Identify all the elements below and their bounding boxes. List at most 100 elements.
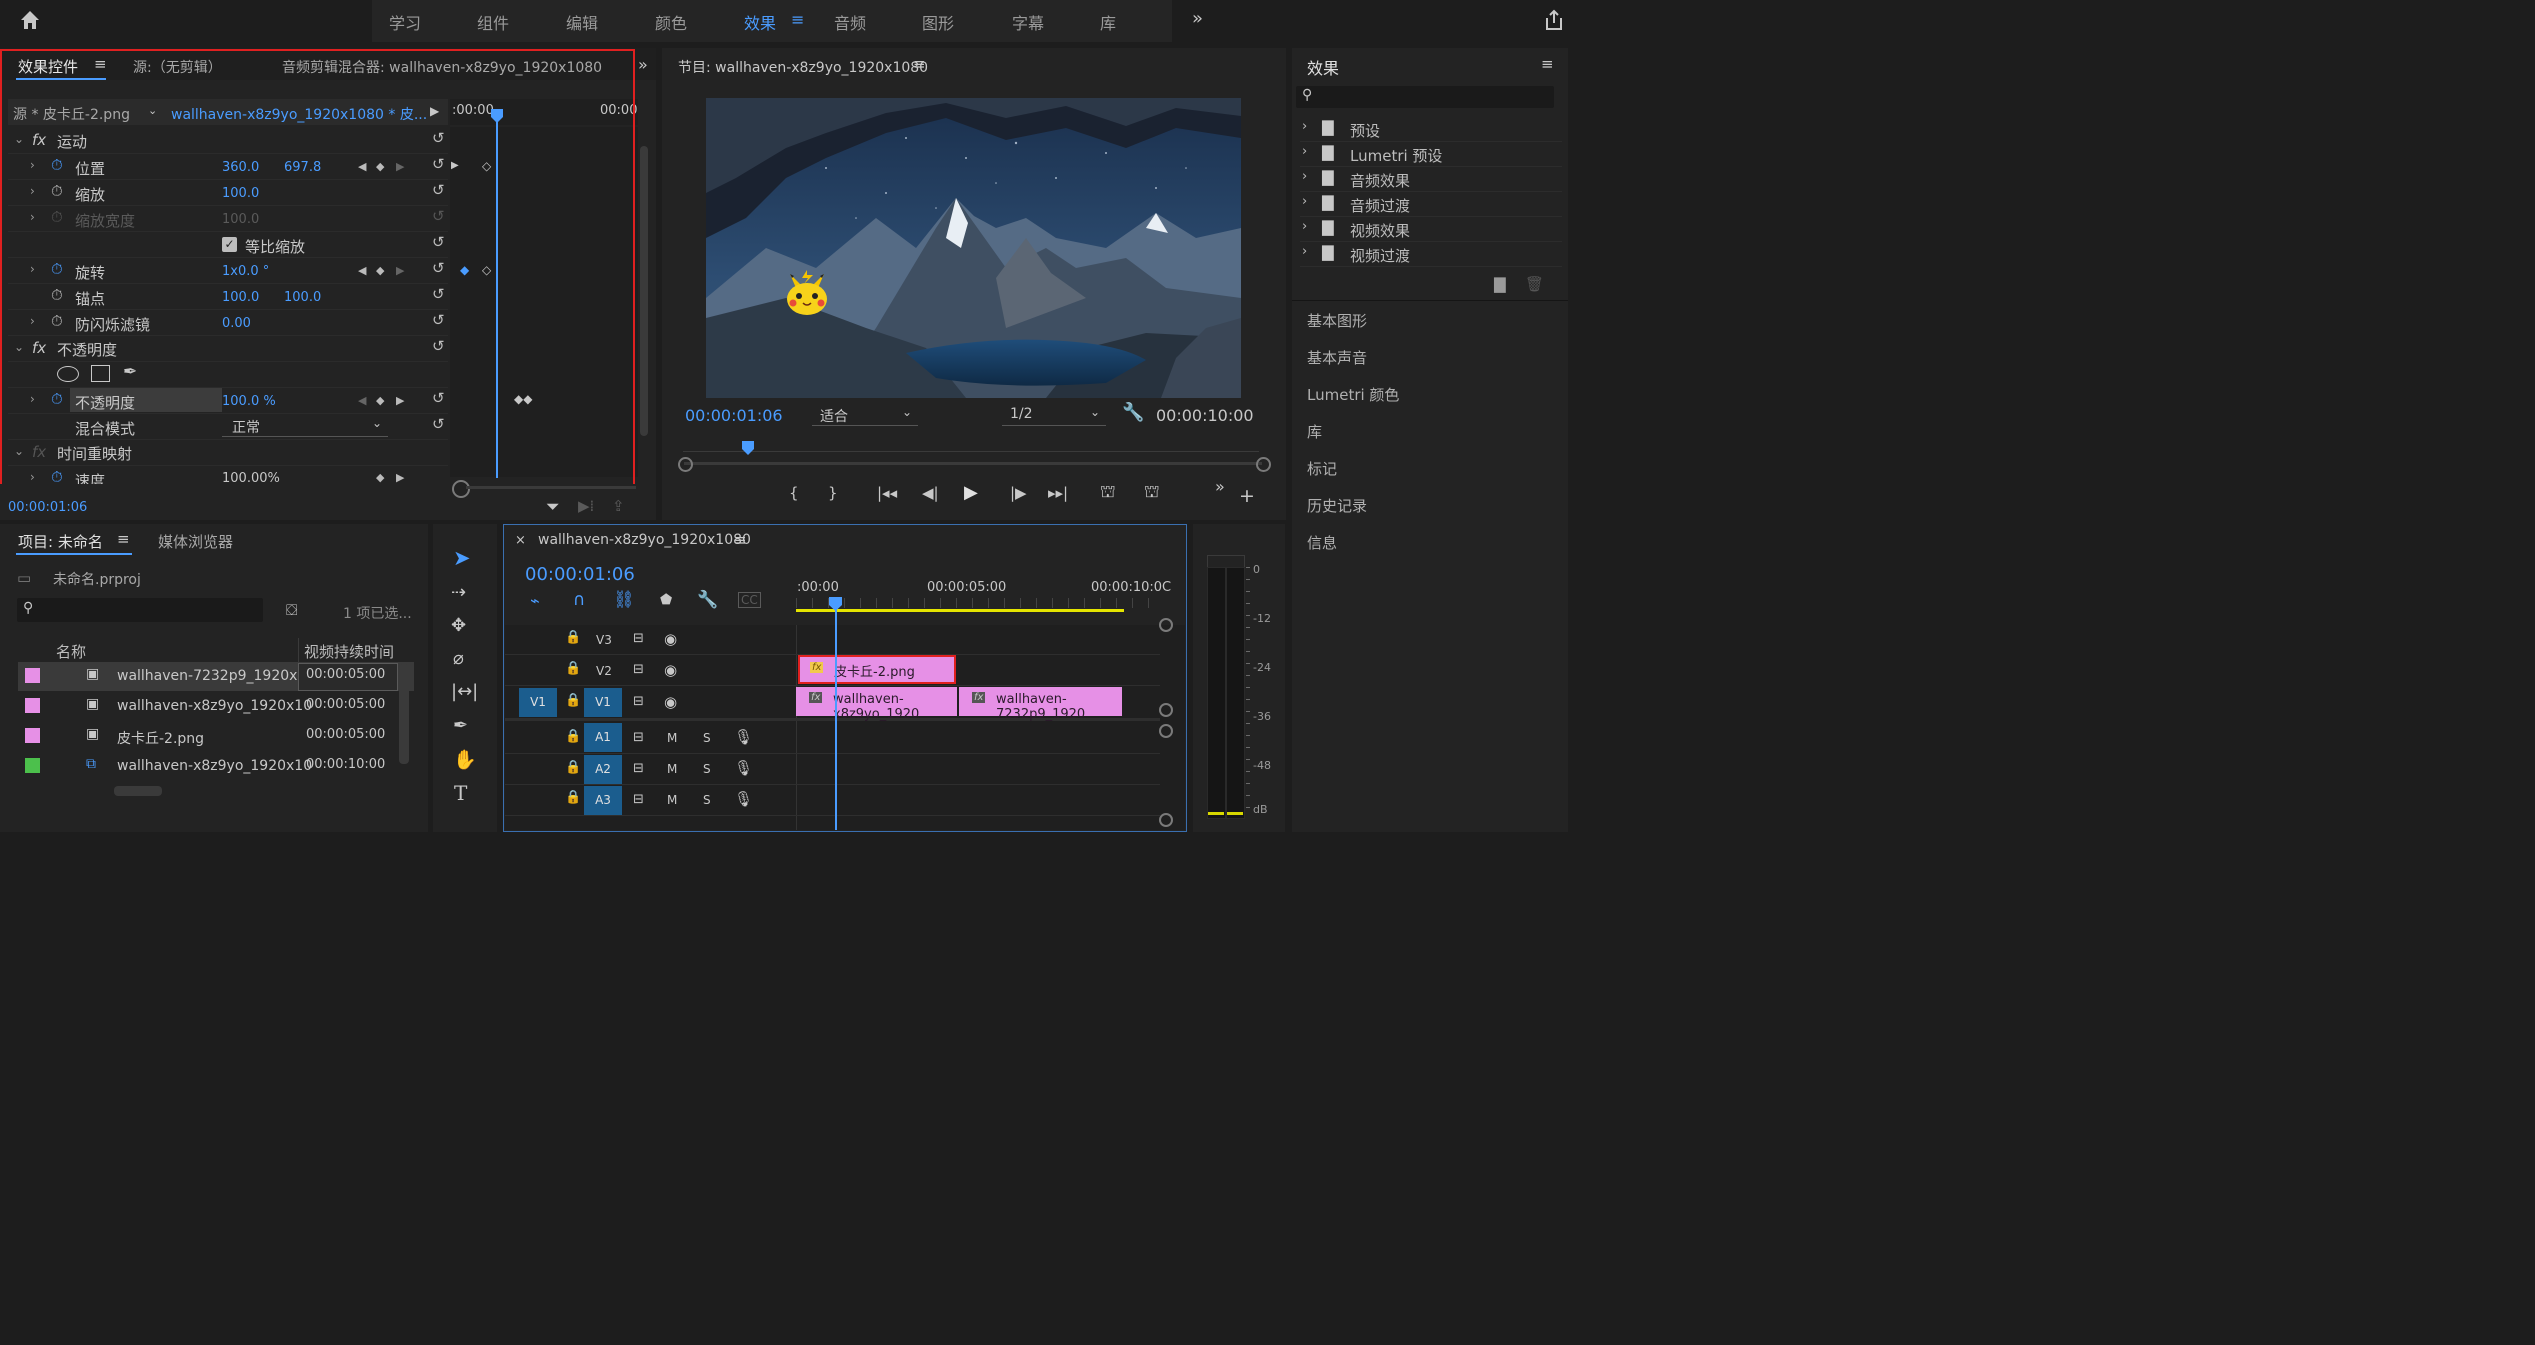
stopwatch-icon[interactable]: ⏱ (51, 286, 63, 304)
chevron-down-icon[interactable]: ⌄ (148, 104, 157, 117)
audio-scroll-handle[interactable] (1159, 813, 1173, 827)
reset-icon[interactable]: ↺ (432, 181, 445, 199)
step-back-icon[interactable]: ◀| (922, 484, 939, 502)
nest-icon[interactable]: ⌁ (530, 591, 540, 610)
next-keyframe-icon[interactable]: ▶ (396, 264, 404, 277)
sync-lock-icon[interactable]: ⊟ (633, 631, 644, 646)
more-workspaces-icon[interactable]: » (1192, 8, 1203, 29)
chevron-right-icon[interactable]: › (30, 470, 35, 484)
next-keyframe-icon[interactable]: ▶ (396, 160, 404, 173)
captions-icon[interactable]: CC (738, 592, 761, 608)
label-color-swatch[interactable] (25, 698, 40, 713)
stopwatch-icon[interactable]: ⏱ (51, 390, 63, 408)
project-scrollbar-vertical[interactable] (399, 664, 409, 764)
add-marker-icon[interactable]: ⬟ (660, 592, 672, 608)
program-playhead[interactable] (742, 440, 754, 455)
panel-essential-graphics[interactable]: 基本图形 (1307, 310, 1367, 331)
panel-menu-icon[interactable]: ≡ (117, 530, 130, 548)
tab-source[interactable]: 源:（无剪辑） (133, 57, 222, 77)
next-keyframe-icon[interactable]: ▶ (396, 394, 404, 407)
mark-out-icon[interactable]: } (828, 484, 838, 502)
stopwatch-icon[interactable]: ⏱ (51, 156, 63, 174)
panel-essential-sound[interactable]: 基本声音 (1307, 347, 1367, 368)
panel-menu-icon[interactable]: ≡ (734, 531, 747, 549)
label-color-swatch[interactable] (25, 668, 40, 683)
solo-button[interactable]: S (703, 731, 711, 745)
effects-tree-video-effects[interactable]: › ▇ 视频效果 (1300, 217, 1562, 242)
add-keyframe-icon[interactable]: ◆ (376, 394, 384, 407)
project-row[interactable]: ⧉ wallhaven-x8z9yo_1920x10 00:00:10:00 (18, 752, 414, 781)
prev-keyframe-icon[interactable]: ◀ (358, 160, 366, 173)
work-area-bar[interactable] (796, 609, 1124, 612)
workspace-tab-audio[interactable]: 音频 (834, 10, 866, 34)
chevron-right-icon[interactable]: › (30, 184, 35, 198)
audio-scroll-handle[interactable] (1159, 724, 1173, 738)
clip-wallhaven-x8z9yo[interactable]: fx wallhaven-x8z9yo_1920 (796, 687, 957, 722)
find-bin-icon[interactable]: ⛋ (286, 601, 297, 619)
prev-keyframe-icon[interactable]: ◀ (358, 264, 366, 277)
add-button-icon[interactable]: + (1239, 485, 1255, 507)
chevron-down-icon[interactable]: ⌄ (14, 340, 24, 354)
pen-tool-icon[interactable]: ✒ (453, 715, 468, 736)
reset-icon[interactable]: ↺ (432, 285, 445, 303)
tab-project[interactable]: 项目: 未命名 (18, 531, 103, 552)
keyframe-icon[interactable]: ◆◆ (514, 392, 532, 406)
project-row[interactable]: ▣ 皮卡丘-2.png 00:00:05:00 (18, 722, 414, 751)
razor-tool-icon[interactable]: ⌀ (453, 648, 464, 669)
project-row[interactable]: ▣ wallhaven-7232p9_1920x10 00:00:05:00 (18, 662, 414, 691)
reset-icon[interactable]: ↺ (432, 233, 445, 251)
pikachu-sticker[interactable] (782, 270, 832, 316)
track-label-v3[interactable]: V3 (596, 633, 612, 647)
sequence-clip-label[interactable]: wallhaven-x8z9yo_1920x1080 * 皮... (171, 104, 427, 124)
play-icon[interactable]: ▶ (964, 482, 978, 503)
extract-icon[interactable]: ⛫ (1144, 482, 1160, 504)
eye-icon[interactable]: ◉ (664, 661, 677, 679)
position-y-value[interactable]: 697.8 (284, 160, 321, 175)
rotation-value[interactable]: 1x0.0 ° (222, 264, 269, 279)
uniform-scale-checkbox[interactable]: ✓ (222, 237, 237, 252)
workspace-tab-effects[interactable]: 效果 (744, 10, 776, 34)
play-only-clip-icon[interactable]: ▶ (430, 104, 439, 118)
go-to-in-icon[interactable]: |◂◂ (877, 484, 897, 502)
ellipse-mask-icon[interactable] (57, 366, 79, 382)
mute-button[interactable]: M (667, 793, 677, 807)
share-icon[interactable] (1543, 8, 1565, 36)
filter-icon[interactable]: ⏷ (546, 497, 560, 517)
effect-controls-scrollbar[interactable] (640, 146, 648, 436)
speed-value[interactable]: 100.00% (222, 471, 280, 484)
workspace-menu-icon[interactable]: ≡ (791, 10, 804, 29)
fit-dropdown[interactable]: 适合 ⌄ (812, 405, 918, 426)
col-duration-header[interactable]: 视频持续时间 (304, 641, 394, 662)
tab-effect-controls[interactable]: 效果控件 (18, 56, 78, 77)
sync-lock-icon[interactable]: ⊟ (633, 730, 644, 745)
source-patch-v1[interactable]: V1 (519, 688, 557, 717)
panel-history[interactable]: 历史记录 (1307, 495, 1367, 516)
sync-lock-icon[interactable]: ⊟ (633, 761, 644, 776)
resolution-dropdown[interactable]: 1/2 ⌄ (1002, 405, 1106, 426)
prev-keyframe-icon[interactable]: ◀ (358, 394, 366, 407)
wrench-icon[interactable]: 🔧 (1122, 402, 1144, 423)
chevron-right-icon[interactable]: › (30, 210, 35, 224)
sequence-tab[interactable]: wallhaven-x8z9yo_1920x1080 (538, 532, 751, 548)
video-scroll-handle[interactable] (1159, 618, 1173, 632)
add-keyframe-icon[interactable]: ◆ (376, 160, 384, 173)
fx-icon[interactable]: fx (32, 339, 46, 357)
snap-icon[interactable]: ∩ (573, 590, 585, 610)
project-scrollbar-horizontal[interactable] (114, 786, 162, 796)
keyframe-icon[interactable]: ◇ (482, 263, 491, 277)
selected-keyframe-icon[interactable]: ◆ (460, 263, 469, 277)
panel-menu-icon[interactable]: ≡ (94, 55, 107, 73)
program-timecode[interactable]: 00:00:01:06 (685, 406, 783, 425)
program-scrubber-track[interactable] (684, 462, 1262, 465)
reset-icon[interactable]: ↺ (432, 311, 445, 329)
tab-media-browser[interactable]: 媒体浏览器 (158, 531, 233, 552)
chevron-right-icon[interactable]: › (30, 158, 35, 172)
workspace-tab-learn[interactable]: 学习 (389, 10, 421, 34)
scale-value[interactable]: 100.0 (222, 186, 259, 201)
track-label-a2[interactable]: A2 (584, 755, 622, 784)
keyframe-icon[interactable]: ◇ (482, 159, 491, 173)
more-buttons-icon[interactable]: » (1215, 477, 1225, 496)
timeline-timecode[interactable]: 00:00:01:06 (525, 564, 635, 585)
chevron-down-icon[interactable]: ⌄ (14, 444, 24, 458)
scrubber-right-handle[interactable] (1256, 457, 1271, 472)
